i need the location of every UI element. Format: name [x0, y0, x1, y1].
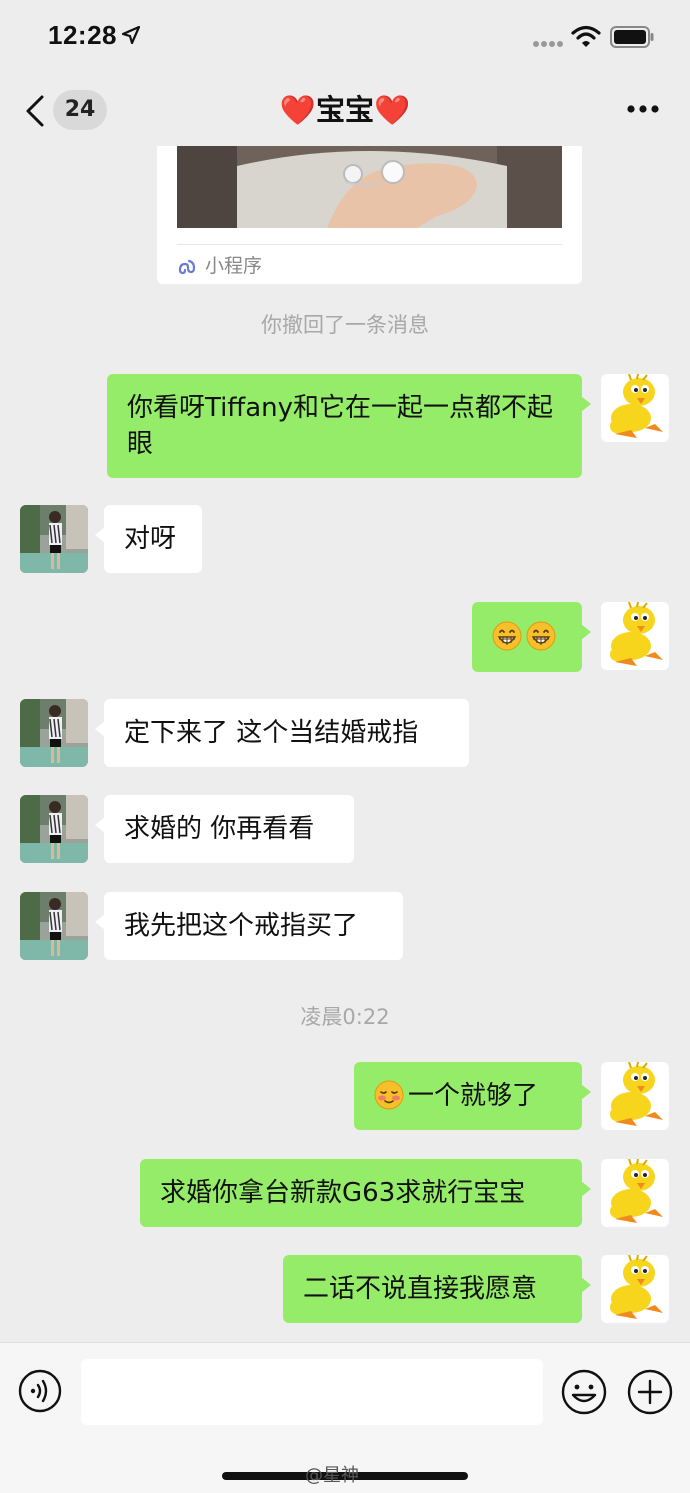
- message-bubble-contact[interactable]: 求婚的 你再看看: [95, 795, 354, 863]
- message-bubble-contact[interactable]: 对呀: [95, 505, 202, 573]
- back-chevron-icon[interactable]: [24, 94, 46, 128]
- input-bar: @星神: [0, 1342, 690, 1493]
- unread-count-badge[interactable]: 24: [53, 90, 107, 130]
- message-bubble-mine[interactable]: 二话不说直接我愿意: [283, 1255, 591, 1323]
- message-text: 一个就够了: [408, 1081, 539, 1111]
- avatar-contact[interactable]: [20, 892, 88, 960]
- avatar-contact[interactable]: [20, 795, 88, 863]
- grinning-face-emoji-icon: [492, 621, 522, 651]
- wifi-icon: [571, 25, 601, 47]
- avatar-me[interactable]: [601, 1062, 669, 1130]
- mini-program-icon: [178, 259, 196, 275]
- ring-photo: [177, 146, 562, 228]
- weibo-watermark: @星神: [305, 1465, 359, 1486]
- avatar-me[interactable]: [601, 602, 669, 670]
- mini-program-card[interactable]: 小程序: [157, 146, 582, 284]
- chat-header: 24 ❤️宝宝❤️: [0, 76, 690, 146]
- smiling-face-with-blush-emoji-icon: [374, 1080, 404, 1110]
- message-bubble-mine[interactable]: 一个就够了: [354, 1062, 591, 1130]
- avatar-me[interactable]: [601, 1255, 669, 1323]
- message-input[interactable]: [81, 1359, 543, 1425]
- divider: [177, 244, 562, 245]
- battery-icon: [610, 26, 654, 48]
- more-dots-icon[interactable]: [626, 104, 660, 114]
- message-bubble-mine-emoji[interactable]: [472, 602, 591, 672]
- status-time: 12:28: [48, 20, 117, 50]
- mini-program-label: 小程序: [205, 255, 263, 277]
- message-bubble-contact[interactable]: 定下来了 这个当结婚戒指: [95, 699, 469, 767]
- recalled-message-notice: 你撤回了一条消息: [261, 313, 429, 337]
- location-arrow-icon: [122, 26, 140, 44]
- message-bubble-contact[interactable]: 我先把这个戒指买了: [95, 892, 403, 960]
- avatar-me[interactable]: [601, 1159, 669, 1227]
- message-bubble-mine[interactable]: 你看呀Tiffany和它在一起一点都不起眼: [107, 374, 591, 478]
- plus-icon[interactable]: [627, 1369, 673, 1415]
- emoji-icon[interactable]: [561, 1369, 607, 1415]
- chat-timestamp: 凌晨0:22: [300, 1005, 390, 1029]
- chat-title: ❤️宝宝❤️: [279, 93, 411, 127]
- avatar-contact[interactable]: [20, 505, 88, 573]
- avatar-contact[interactable]: [20, 699, 88, 767]
- avatar-me[interactable]: [601, 374, 669, 442]
- voice-icon[interactable]: [18, 1369, 62, 1413]
- signal-icon: [533, 41, 563, 47]
- status-bar: 12:28: [0, 0, 690, 76]
- grinning-face-emoji-icon: [526, 621, 556, 651]
- message-bubble-mine[interactable]: 求婚你拿台新款G63求就行宝宝: [140, 1159, 591, 1227]
